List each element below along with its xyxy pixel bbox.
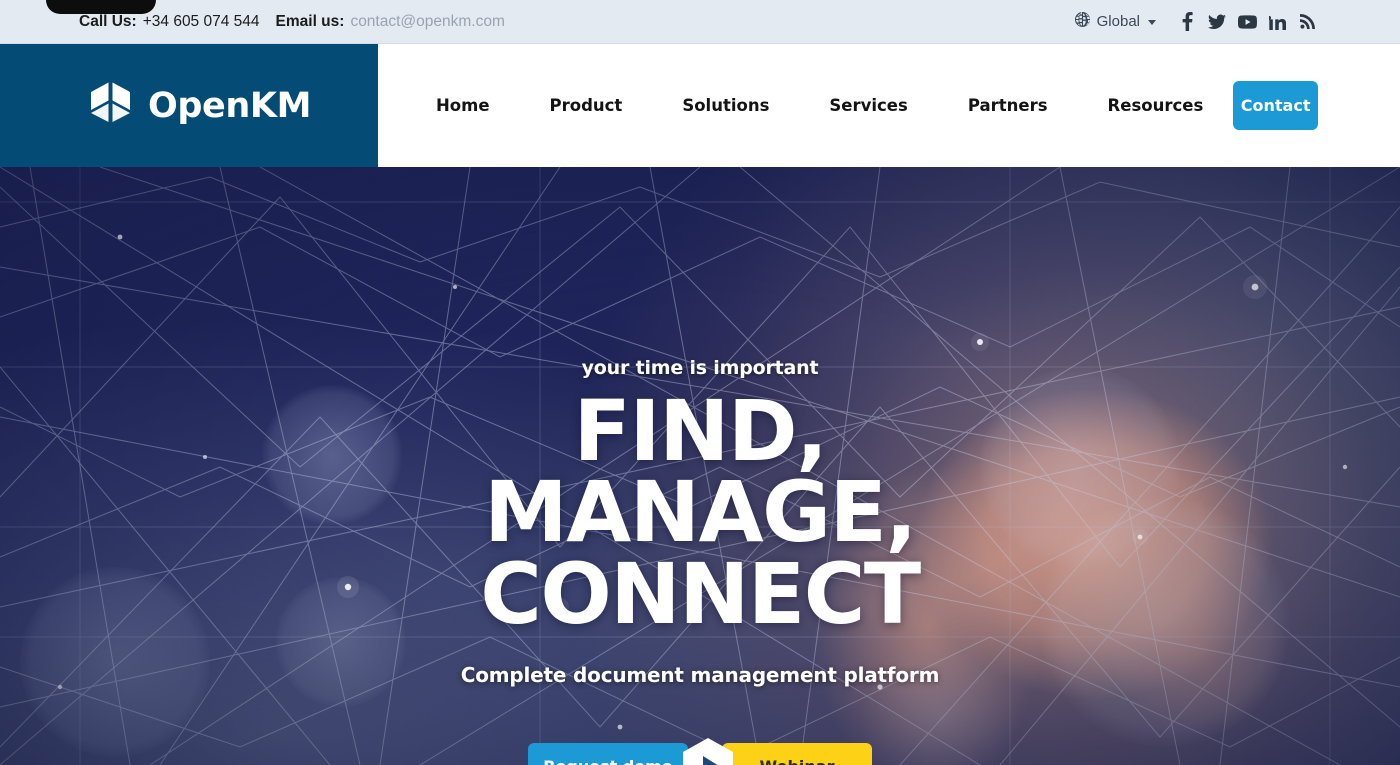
phone-number[interactable]: +34 605 074 544 — [143, 13, 260, 31]
screen-notch — [46, 0, 156, 14]
openkm-cube-icon — [91, 82, 130, 122]
youtube-icon[interactable] — [1232, 9, 1262, 35]
email-group: Email us: contact@openkm.com — [276, 13, 505, 31]
rss-icon[interactable] — [1292, 9, 1322, 35]
hero-headline: FIND, MANAGE, CONNECT — [380, 389, 1020, 636]
play-icon[interactable] — [682, 737, 734, 765]
hero-section: your time is important FIND, MANAGE, CON… — [0, 167, 1400, 765]
nav-item-partners[interactable]: Partners — [938, 96, 1078, 115]
contact-button[interactable]: Contact — [1233, 81, 1318, 130]
contact-info-group: Call Us: +34 605 074 544 Email us: conta… — [79, 13, 505, 31]
nav-item-home[interactable]: Home — [436, 96, 520, 115]
language-label: Global — [1096, 13, 1140, 30]
headline-line-1: FIND, MANAGE, — [484, 382, 917, 562]
brand-logo[interactable]: OpenKM — [88, 80, 311, 132]
twitter-icon[interactable] — [1202, 9, 1232, 35]
globe-icon — [1074, 11, 1091, 31]
hero-subtitle: Complete document management platform — [460, 663, 940, 688]
email-us-label: Email us: — [275, 12, 345, 30]
logo-panel[interactable]: OpenKM — [0, 44, 378, 167]
top-utility-bar: Call Us: +34 605 074 544 Email us: conta… — [0, 0, 1400, 44]
nav-item-services[interactable]: Services — [799, 96, 937, 115]
topbar-right-group: Global — [1074, 9, 1322, 35]
hero-content: your time is important FIND, MANAGE, CON… — [0, 167, 1400, 765]
hero-cta-row: Request demo Webinar — [528, 737, 872, 765]
logo-text: OpenKM — [148, 85, 312, 126]
headline-line-2: CONNECT — [480, 544, 921, 643]
hero-eyebrow: your time is important — [581, 357, 819, 379]
phone-group: Call Us: +34 605 074 544 — [79, 13, 260, 31]
webinar-button[interactable]: Webinar — [722, 743, 872, 765]
nav-item-solutions[interactable]: Solutions — [652, 96, 799, 115]
main-navigation: Home Product Solutions Services Partners… — [378, 44, 1233, 167]
linkedin-icon[interactable] — [1262, 9, 1292, 35]
nav-item-product[interactable]: Product — [520, 96, 653, 115]
request-demo-button[interactable]: Request demo — [528, 743, 688, 765]
facebook-icon[interactable] — [1172, 9, 1202, 35]
call-us-label: Call Us: — [79, 12, 137, 30]
chevron-down-icon — [1148, 20, 1156, 25]
nav-item-resources[interactable]: Resources — [1078, 96, 1234, 115]
site-header: OpenKM Home Product Solutions Services P… — [0, 44, 1400, 167]
email-address[interactable]: contact@openkm.com — [350, 13, 504, 31]
language-selector[interactable]: Global — [1074, 11, 1156, 31]
